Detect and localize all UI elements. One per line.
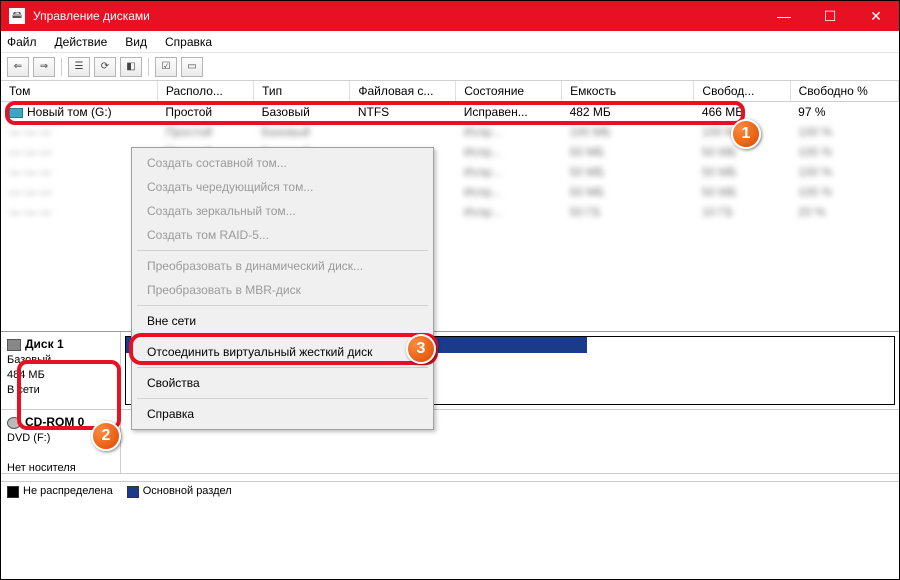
ctx-create-mirrored[interactable]: Создать зеркальный том... xyxy=(135,199,430,223)
window-title: Управление дисками xyxy=(33,9,150,23)
toolbar-btn-1[interactable]: ☰ xyxy=(68,57,90,77)
disk-info[interactable]: Диск 1 Базовый 484 МБ В сети xyxy=(1,332,121,409)
legend: Не распределена Основной раздел xyxy=(1,481,899,501)
col-volume[interactable]: Том xyxy=(1,81,157,102)
annotation-badge-2: 2 xyxy=(91,421,121,451)
table-row[interactable]: Новый том (G:) Простой Базовый NTFS Испр… xyxy=(1,102,899,123)
disk-icon xyxy=(7,339,21,351)
menubar: Файл Действие Вид Справка xyxy=(1,31,899,53)
table-header-row[interactable]: Том Располо... Тип Файловая с... Состоян… xyxy=(1,81,899,102)
ctx-create-raid5[interactable]: Создать том RAID-5... xyxy=(135,223,430,247)
cell-fs: NTFS xyxy=(350,102,456,123)
menu-file[interactable]: Файл xyxy=(7,35,37,49)
cdrom-state: Нет носителя xyxy=(7,462,76,474)
ctx-convert-mbr[interactable]: Преобразовать в MBR-диск xyxy=(135,278,430,302)
col-free[interactable]: Свобод... xyxy=(694,81,790,102)
col-status[interactable]: Состояние xyxy=(456,81,562,102)
col-layout[interactable]: Располо... xyxy=(157,81,253,102)
context-menu: Создать составной том... Создать чередую… xyxy=(131,147,434,430)
cdrom-name: CD-ROM 0 xyxy=(25,415,84,429)
volume-icon xyxy=(9,108,23,118)
legend-swatch-primary xyxy=(127,486,139,498)
cell-free-pct: 97 % xyxy=(790,102,898,123)
toolbar-btn-5[interactable]: ▭ xyxy=(181,57,203,77)
cell-capacity: 482 МБ xyxy=(562,102,694,123)
ctx-convert-dynamic[interactable]: Преобразовать в динамический диск... xyxy=(135,254,430,278)
ctx-create-spanned[interactable]: Создать составной том... xyxy=(135,151,430,175)
menu-view[interactable]: Вид xyxy=(125,35,147,49)
titlebar: 🖴 Управление дисками ― ☐ ✕ xyxy=(1,1,899,31)
back-icon[interactable]: ⇐ xyxy=(7,57,29,77)
menu-help[interactable]: Справка xyxy=(165,35,212,49)
forward-icon[interactable]: ⇒ xyxy=(33,57,55,77)
ctx-detach-vhd[interactable]: Отсоединить виртуальный жесткий диск xyxy=(135,340,430,364)
disk-name: Диск 1 xyxy=(25,337,64,351)
cdrom-dev: DVD (F:) xyxy=(7,432,50,444)
annotation-badge-1: 1 xyxy=(731,119,761,149)
cell-layout: Простой xyxy=(157,102,253,123)
ctx-help[interactable]: Справка xyxy=(135,402,430,426)
toolbar: ⇐ ⇒ ☰ ⟳ ◧ ☑ ▭ xyxy=(1,53,899,81)
table-row[interactable]: — — —ПростойБазовыйИспр...100 МБ100 МБ10… xyxy=(1,122,899,142)
legend-unallocated: Не распределена xyxy=(23,485,113,497)
refresh-icon[interactable]: ⟳ xyxy=(94,57,116,77)
app-icon: 🖴 xyxy=(9,8,25,24)
close-button[interactable]: ✕ xyxy=(853,1,899,31)
ctx-properties[interactable]: Свойства xyxy=(135,371,430,395)
cell-type: Базовый xyxy=(254,102,350,123)
toolbar-btn-3[interactable]: ◧ xyxy=(120,57,142,77)
menu-action[interactable]: Действие xyxy=(55,35,108,49)
cell-volume: Новый том (G:) xyxy=(27,105,112,119)
col-type[interactable]: Тип xyxy=(254,81,350,102)
toolbar-btn-4[interactable]: ☑ xyxy=(155,57,177,77)
disk-state: В сети xyxy=(7,384,40,396)
cdrom-icon xyxy=(7,417,21,429)
ctx-create-striped[interactable]: Создать чередующийся том... xyxy=(135,175,430,199)
ctx-offline[interactable]: Вне сети xyxy=(135,309,430,333)
disk-type: Базовый xyxy=(7,354,51,366)
col-capacity[interactable]: Емкость xyxy=(562,81,694,102)
legend-swatch-unallocated xyxy=(7,486,19,498)
maximize-button[interactable]: ☐ xyxy=(807,1,853,31)
minimize-button[interactable]: ― xyxy=(761,1,807,31)
annotation-badge-3: 3 xyxy=(406,334,436,364)
cell-status: Исправен... xyxy=(456,102,562,123)
col-free-pct[interactable]: Свободно % xyxy=(790,81,898,102)
legend-primary: Основной раздел xyxy=(143,485,232,497)
disk-size: 484 МБ xyxy=(7,369,45,381)
col-fs[interactable]: Файловая с... xyxy=(350,81,456,102)
